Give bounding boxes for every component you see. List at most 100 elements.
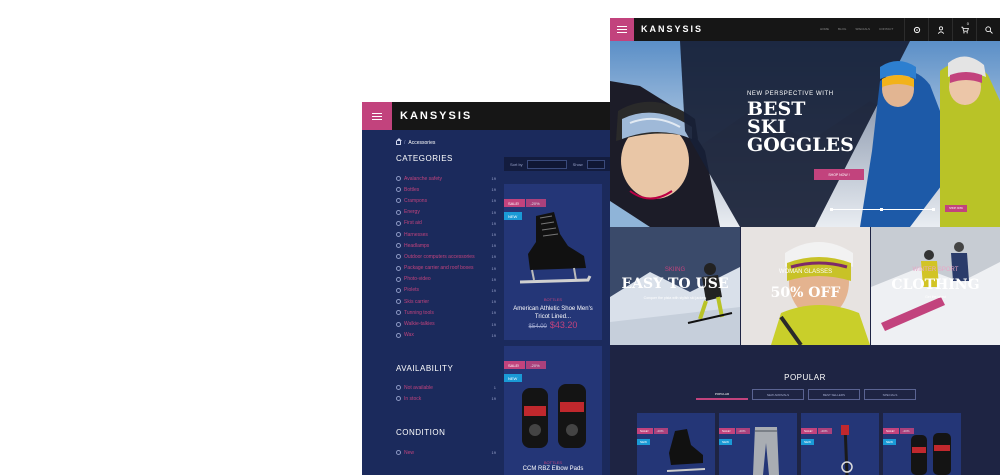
filter-label[interactable]: Wax <box>404 332 414 338</box>
slider-dot[interactable] <box>830 208 833 211</box>
product-card[interactable]: SALE! -20% NEW <box>801 413 879 475</box>
slider-progress[interactable] <box>830 208 935 211</box>
skate-image[interactable] <box>514 204 594 294</box>
filter-label[interactable]: Package carrier and roof boxes <box>404 265 473 271</box>
filter-item[interactable]: Walkie-talkies 19 <box>396 318 496 329</box>
radio-icon[interactable] <box>396 385 401 391</box>
filter-item[interactable]: Headlamps 19 <box>396 240 496 251</box>
product-card[interactable]: SALE! -20% NEW <box>637 413 715 475</box>
cart-icon <box>960 26 969 33</box>
radio-icon[interactable] <box>396 243 401 249</box>
filter-label[interactable]: Outdoor computers accessories <box>404 254 475 260</box>
home-icon[interactable] <box>396 138 402 145</box>
radio-icon[interactable] <box>396 332 401 338</box>
slider-dot[interactable] <box>932 208 935 211</box>
radio-icon[interactable] <box>396 276 401 282</box>
filter-item[interactable]: Wax 19 <box>396 330 496 341</box>
filter-label[interactable]: Walkie-talkies <box>404 321 435 327</box>
filter-item[interactable]: Bottles 19 <box>396 184 496 195</box>
tab-best-sellers[interactable]: BEST SELLERS <box>808 389 860 400</box>
filter-item[interactable]: Photo-video 19 <box>396 274 496 285</box>
product-card[interactable]: SALE! -20% NEW <box>883 413 961 475</box>
old-price: $54.00 <box>528 324 547 330</box>
account-button[interactable] <box>928 18 952 41</box>
tab-new-arrivals[interactable]: NEW ARRIVALS <box>752 389 804 400</box>
filter-item[interactable]: Package carrier and roof boxes 19 <box>396 263 496 274</box>
product-name[interactable]: CCM RBZ Elbow Pads <box>508 465 598 473</box>
filter-label[interactable]: Not available <box>404 385 433 391</box>
filter-label[interactable]: Energy <box>404 209 420 215</box>
radio-icon[interactable] <box>396 176 401 182</box>
filter-item[interactable]: Outdoor computers accessories 19 <box>396 251 496 262</box>
radio-icon[interactable] <box>396 198 401 204</box>
radio-icon[interactable] <box>396 209 401 215</box>
radio-icon[interactable] <box>396 299 401 305</box>
filter-label[interactable]: In stock <box>404 396 421 402</box>
tab-specials[interactable]: SPECIALS <box>864 389 916 400</box>
filter-item[interactable]: Not available 1 <box>396 382 496 393</box>
promo-tile-glasses[interactable]: WOMAN GLASSES 50% OFF <box>741 227 870 345</box>
hero-slider[interactable]: NEW PERSPECTIVE WITH BEST SKI GOGGLES SH… <box>610 41 1000 227</box>
product-card[interactable]: SALE! -20% NEW <box>719 413 797 475</box>
filter-item[interactable]: Tunning tools 19 <box>396 307 496 318</box>
filter-label[interactable]: Piolets <box>404 287 419 293</box>
radio-icon[interactable] <box>396 396 401 402</box>
slider-dot[interactable] <box>880 208 883 211</box>
filter-label[interactable]: Avalanche safety <box>404 176 442 182</box>
filter-item[interactable]: Harnesses 19 <box>396 229 496 240</box>
radio-icon[interactable] <box>396 265 401 271</box>
filter-count: 19 <box>491 187 496 193</box>
promo-tile-clothing[interactable]: WINTER SPORT CLOTHING Get the latest <box>871 227 1000 345</box>
show-select[interactable] <box>586 159 605 169</box>
filter-label[interactable]: Crampons <box>404 198 427 204</box>
filter-item[interactable]: First aid 19 <box>396 218 496 229</box>
settings-button[interactable] <box>904 18 928 41</box>
shop-now-button[interactable]: SHOP NOW ! <box>814 169 864 180</box>
filter-item[interactable]: Piolets 19 <box>396 285 496 296</box>
radio-icon[interactable] <box>396 450 401 456</box>
nav-blog[interactable]: BLOG <box>838 27 846 31</box>
product-card[interactable]: SALE! -20% NEW BOTTLES American Athletic … <box>504 184 602 340</box>
product-name[interactable]: American Athletic Shoe Men's Tricot Line… <box>508 305 598 321</box>
filter-label[interactable]: First aid <box>404 220 422 226</box>
tab-popular[interactable]: POPULAR <box>696 389 748 400</box>
slide-shop-button[interactable]: SHOP NOW <box>945 205 967 212</box>
search-button[interactable] <box>976 18 1000 41</box>
radio-icon[interactable] <box>396 321 401 327</box>
elbow-pads-image[interactable] <box>514 366 594 456</box>
filter-count: 19 <box>491 265 496 271</box>
filter-item[interactable]: Skis carrier 19 <box>396 296 496 307</box>
radio-icon[interactable] <box>396 310 401 316</box>
categories-heading: CATEGORIES <box>396 154 453 163</box>
promo-tile-skiing[interactable]: SKIING EASY TO USE Conquer the pista wit… <box>610 227 740 345</box>
filter-item[interactable]: New 19 <box>396 447 496 458</box>
nav-specials[interactable]: SPECIALS <box>855 27 870 31</box>
sort-select[interactable] <box>526 159 567 169</box>
filter-item[interactable]: Avalanche safety 19 <box>396 173 496 184</box>
filter-label[interactable]: Tunning tools <box>404 310 434 316</box>
filter-item[interactable]: Crampons 19 <box>396 195 496 206</box>
radio-icon[interactable] <box>396 220 401 226</box>
filter-label[interactable]: Harnesses <box>404 232 428 238</box>
radio-icon[interactable] <box>396 254 401 260</box>
product-card[interactable]: SALE! -20% NEW BOTTLES CCM RBZ Elbow Pads <box>504 346 602 475</box>
filter-label[interactable]: New <box>404 450 414 456</box>
filter-label[interactable]: Headlamps <box>404 243 429 249</box>
filter-label[interactable]: Skis carrier <box>404 299 429 305</box>
menu-button[interactable] <box>362 102 392 130</box>
nav-contact[interactable]: CONTACT <box>879 27 893 31</box>
gear-icon <box>913 26 920 33</box>
radio-icon[interactable] <box>396 187 401 193</box>
filter-label[interactable]: Photo-video <box>404 276 431 282</box>
category-page-window: KANSYSIS / Accessories CATEGORIES Avalan… <box>362 102 622 475</box>
radio-icon[interactable] <box>396 287 401 293</box>
filter-label[interactable]: Bottles <box>404 187 419 193</box>
filter-item[interactable]: In stock 19 <box>396 393 496 404</box>
radio-icon[interactable] <box>396 232 401 238</box>
menu-button[interactable] <box>610 18 634 41</box>
filter-item[interactable]: Energy 19 <box>396 207 496 218</box>
logo[interactable]: KANSYSIS <box>400 110 472 122</box>
nav-home[interactable]: HOME <box>820 27 829 31</box>
cart-button[interactable]: 0 <box>952 18 976 41</box>
logo[interactable]: KANSYSIS <box>641 24 703 34</box>
